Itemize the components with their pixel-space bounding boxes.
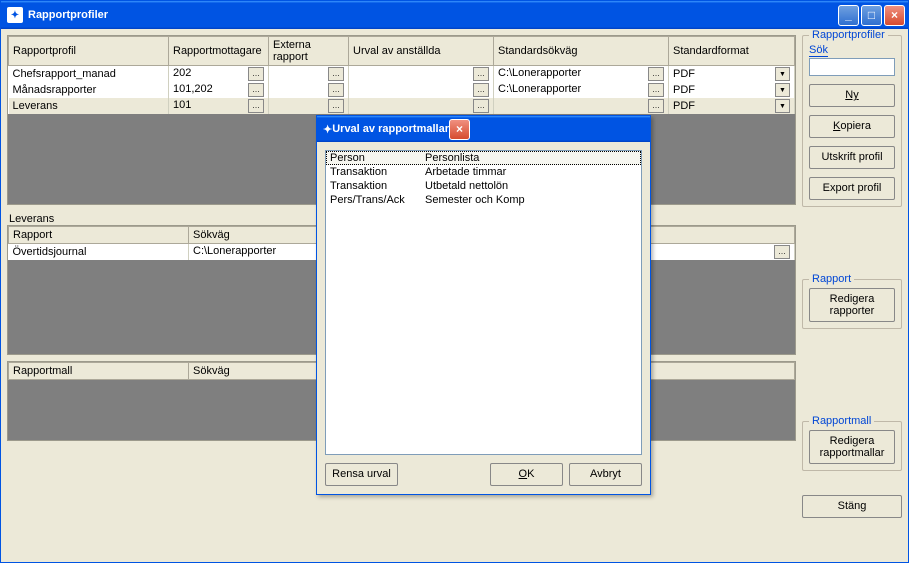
browse-button[interactable]: … [473, 99, 489, 113]
stang-button[interactable]: Stäng [802, 495, 902, 518]
list-item[interactable]: PersonPersonlista [326, 151, 641, 165]
col-sokvag[interactable]: Standardsökväg [494, 37, 669, 66]
ny-button[interactable]: Ny [809, 84, 895, 107]
utskrift-button[interactable]: Utskrift profil [809, 146, 895, 169]
browse-button[interactable]: … [328, 83, 344, 97]
main-titlebar: ✦ Rapportprofiler _ □ × [1, 1, 908, 29]
group-rapport: Rapport Redigera rapporter [802, 279, 902, 329]
maximize-button[interactable]: □ [861, 5, 882, 26]
list-item[interactable]: Pers/Trans/AckSemester och Komp [326, 193, 641, 207]
export-button[interactable]: Export profil [809, 177, 895, 200]
ok-button[interactable]: OK [490, 463, 563, 486]
avbryt-button[interactable]: Avbryt [569, 463, 642, 486]
kopiera-button[interactable]: Kopiera [809, 115, 895, 138]
list-item[interactable]: TransaktionArbetade timmar [326, 165, 641, 179]
group-rapportmall: Rapportmall Redigera rapportmallar [802, 421, 902, 471]
templates-listbox[interactable]: PersonPersonlistaTransaktionArbetade tim… [325, 150, 642, 455]
redigera-rapporter-button[interactable]: Redigera rapporter [809, 288, 895, 322]
rensa-urval-button[interactable]: Rensa urval [325, 463, 398, 486]
dropdown-arrow-icon[interactable]: ▼ [775, 67, 790, 81]
browse-button[interactable]: … [248, 83, 264, 97]
browse-button[interactable]: … [248, 67, 264, 81]
browse-button[interactable]: … [648, 99, 664, 113]
browse-button[interactable]: … [328, 99, 344, 113]
col-rapportprofil[interactable]: Rapportprofil [9, 37, 169, 66]
group-rapportprofiler: Rapportprofiler Sök Ny Kopiera Utskrift … [802, 35, 902, 207]
profiles-grid[interactable]: Rapportprofil Rapportmottagare Externa r… [8, 36, 795, 114]
window-title: Rapportprofiler [28, 9, 108, 21]
minimize-button[interactable]: _ [838, 5, 859, 26]
redigera-rapportmallar-button[interactable]: Redigera rapportmallar [809, 430, 895, 464]
dialog-icon: ✦ [323, 123, 332, 136]
browse-button[interactable]: … [648, 83, 664, 97]
col-rapportmottagare[interactable]: Rapportmottagare [169, 37, 269, 66]
urval-dialog: ✦ Urval av rapportmallar × PersonPersonl… [316, 115, 651, 495]
sok-label: Sök [809, 44, 895, 56]
col-rapport[interactable]: Rapport [9, 227, 189, 244]
col-externa[interactable]: Externa rapport [269, 37, 349, 66]
dialog-close-button[interactable]: × [449, 119, 470, 140]
dropdown-arrow-icon[interactable]: ▼ [775, 99, 790, 113]
browse-button[interactable]: … [648, 67, 664, 81]
app-icon: ✦ [7, 7, 23, 23]
browse-button[interactable]: … [328, 67, 344, 81]
col-rapportmall[interactable]: Rapportmall [9, 363, 189, 380]
table-row: Leverans101…………PDF▼ [9, 98, 795, 114]
list-item[interactable]: TransaktionUtbetald nettolön [326, 179, 641, 193]
dropdown-arrow-icon[interactable]: ▼ [775, 83, 790, 97]
browse-button[interactable]: … [248, 99, 264, 113]
col-format[interactable]: Standardformat [669, 37, 795, 66]
search-input[interactable] [809, 58, 895, 76]
dialog-titlebar: ✦ Urval av rapportmallar × [317, 116, 650, 142]
close-button[interactable]: × [884, 5, 905, 26]
table-row: Månadsrapporter101,202………C:\Lonerapporte… [9, 82, 795, 98]
browse-button[interactable]: … [473, 67, 489, 81]
col-urval[interactable]: Urval av anställda [349, 37, 494, 66]
browse-button[interactable]: … [473, 83, 489, 97]
table-row: Chefsrapport_manad202………C:\Lonerapporter… [9, 66, 795, 83]
browse-button[interactable]: … [774, 245, 790, 259]
